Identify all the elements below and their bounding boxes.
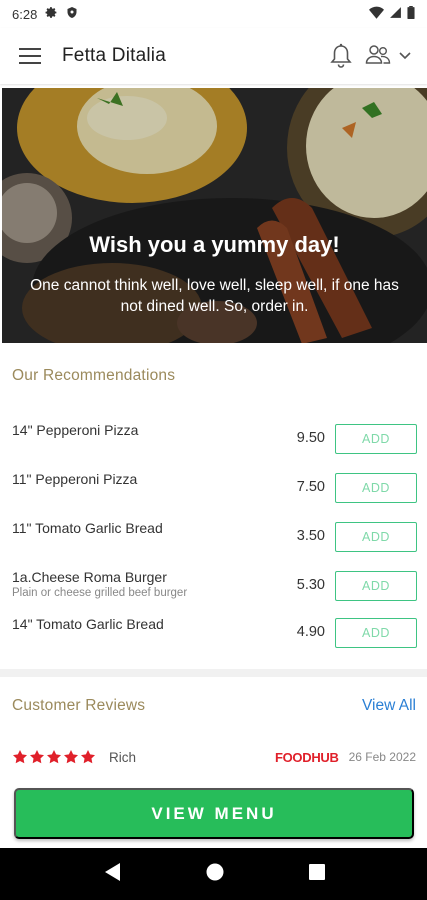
chevron-down-icon: [399, 47, 411, 65]
item-name: 11" Pepperoni Pizza: [12, 471, 138, 487]
system-nav-bar: [0, 848, 427, 900]
item-name: 14" Pepperoni Pizza: [12, 422, 139, 438]
battery-icon: [407, 6, 415, 22]
foodhub-logo: FOODHUB: [274, 749, 339, 765]
hero-subtitle: One cannot think well, love well, sleep …: [30, 277, 399, 315]
item-price: 7.50: [296, 479, 325, 495]
review-item: Rich FOODHUB 26 Feb 2022: [12, 745, 416, 769]
list-item: 1a.Cheese Roma Burger Plain or cheese gr…: [12, 569, 417, 603]
wifi-icon: [369, 6, 384, 22]
bell-icon[interactable]: [329, 43, 353, 69]
back-icon[interactable]: [103, 862, 121, 887]
home-icon[interactable]: [206, 863, 224, 886]
star-icon: [13, 750, 27, 764]
section-divider: [0, 669, 427, 677]
star-icon: [30, 750, 44, 764]
recommendations-title: Our Recommendations: [12, 367, 176, 384]
star-icon: [47, 750, 61, 764]
item-name: 11" Tomato Garlic Bread: [12, 520, 163, 536]
status-bar: 6:28: [0, 0, 427, 28]
add-button[interactable]: ADD: [335, 473, 417, 503]
add-button[interactable]: ADD: [335, 571, 417, 601]
star-rating: [12, 749, 96, 765]
add-button[interactable]: ADD: [335, 618, 417, 648]
account-menu[interactable]: [365, 44, 411, 69]
reviews-title: Customer Reviews: [12, 697, 146, 714]
gear-icon: [45, 6, 58, 22]
list-item: 11" Tomato Garlic Bread 3.50 ADD: [12, 520, 417, 554]
view-all-link[interactable]: View All: [362, 697, 416, 715]
shield-icon: [66, 6, 78, 22]
item-name: 14" Tomato Garlic Bread: [12, 616, 164, 632]
view-menu-button[interactable]: VIEW MENU: [14, 788, 414, 839]
reviewer-name: Rich: [109, 749, 137, 765]
item-description: Plain or cheese grilled beef burger: [12, 587, 188, 599]
add-button[interactable]: ADD: [335, 522, 417, 552]
user-group-icon: [365, 44, 391, 69]
status-time: 6:28: [12, 6, 38, 22]
star-icon: [64, 750, 78, 764]
app-bar: Fetta Ditalia: [0, 28, 427, 84]
recents-icon[interactable]: [308, 863, 325, 885]
review-date: 26 Feb 2022: [348, 750, 416, 764]
star-icon: [81, 750, 95, 764]
item-price: 4.90: [296, 624, 325, 640]
item-price: 5.30: [296, 577, 325, 593]
list-item: 14" Pepperoni Pizza 9.50 ADD: [12, 422, 417, 456]
signal-icon: [389, 6, 402, 22]
item-price: 9.50: [296, 430, 325, 446]
restaurant-title: Fetta Ditalia: [62, 45, 166, 66]
list-item: 11" Pepperoni Pizza 7.50 ADD: [12, 471, 417, 505]
hero-banner: Wish you a yummy day! One cannot think w…: [2, 88, 427, 343]
list-item: 14" Tomato Garlic Bread 4.90 ADD: [12, 616, 417, 650]
item-name: 1a.Cheese Roma Burger: [12, 569, 167, 585]
menu-icon[interactable]: [16, 42, 44, 70]
hero-title: Wish you a yummy day!: [89, 232, 340, 257]
add-button[interactable]: ADD: [335, 424, 417, 454]
item-price: 3.50: [296, 528, 325, 544]
